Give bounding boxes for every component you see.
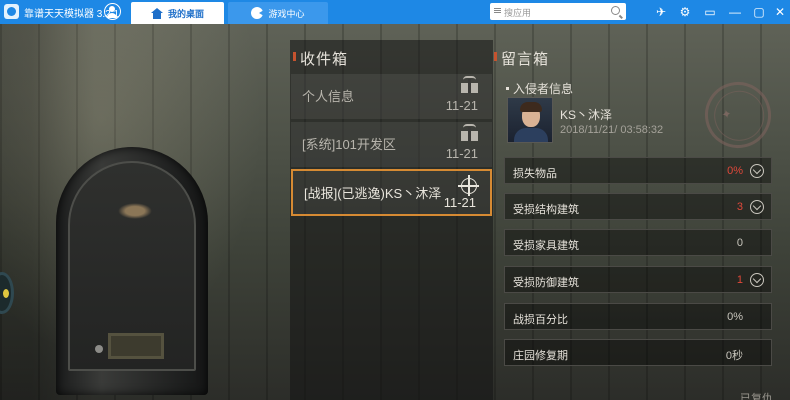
mail-item-title: 个人信息 (302, 89, 355, 104)
crosshair-icon (458, 175, 479, 196)
settings-icon[interactable]: ⚙ (676, 3, 694, 21)
message-box-title: 留言箱 (494, 48, 549, 69)
chevron-down-icon[interactable] (750, 164, 764, 178)
invader-label-text: 入侵者信息 (513, 82, 574, 96)
mail-item-date: 11-21 (445, 146, 478, 161)
home-icon (150, 7, 163, 19)
mailbox-knob (95, 345, 103, 353)
stat-row-lost-items[interactable]: 损失物品 0% (504, 157, 772, 184)
stat-row-battle-loss-percent: 战损百分比 0% (504, 303, 772, 330)
search-icon[interactable] (611, 6, 620, 15)
gift-icon (461, 127, 478, 141)
chevron-down-icon[interactable] (750, 273, 764, 287)
title-accent (494, 52, 497, 61)
stat-label: 受损结构建筑 (513, 204, 579, 216)
tab-label: 游戏中心 (268, 8, 305, 19)
restore-icon[interactable]: ▭ (701, 3, 719, 21)
invader-timestamp: 2018/11/21/ 03:58:32 (560, 124, 664, 136)
avatar-body (514, 128, 548, 142)
mail-item-date: 11-21 (443, 195, 476, 210)
invader-avatar[interactable] (507, 97, 553, 143)
search-input[interactable]: 搜应用 (490, 3, 626, 20)
avatar-hair (520, 102, 542, 112)
stat-row-repair-period: 庄园修复期 0秒 (504, 339, 772, 366)
gift-icon (461, 79, 478, 93)
stat-value: 0% (727, 165, 743, 177)
tab-my-desktop[interactable]: 我的桌面 (131, 2, 224, 24)
stamp-mark: ✦ (720, 106, 734, 123)
stat-row-damaged-furniture: 受损家具建筑 0 (504, 229, 772, 256)
mail-item-title: [战报](已逃逸)KS丶沐泽 (304, 186, 442, 201)
gift-ribbon (463, 76, 476, 80)
invader-name: KS丶沐泽 (560, 108, 613, 122)
stat-row-damaged-defense[interactable]: 受损防御建筑 1 (504, 266, 772, 293)
emulator-window: 靠谱天天模拟器 3.2.1 我的桌面 游戏中心 搜应用 ✈ ⚙ ▭ — ▢ ✕ (0, 0, 790, 400)
tab-label: 我的桌面 (167, 8, 204, 19)
maximize-icon[interactable]: ▢ (750, 3, 768, 21)
mailbox-slot (108, 333, 164, 359)
mailbox-ornament (118, 203, 152, 219)
stat-value: 0秒 (725, 350, 743, 362)
message-title-text: 留言箱 (501, 51, 550, 68)
app-logo-icon (4, 4, 19, 19)
stat-label: 受损防御建筑 (513, 277, 579, 289)
mailbox-image (56, 147, 208, 395)
minimize-icon[interactable]: — (726, 3, 744, 21)
tab-game-center[interactable]: 游戏中心 (228, 2, 328, 24)
chevron-down-icon[interactable] (750, 200, 764, 214)
revenge-status: 已复仇 (740, 393, 773, 400)
mail-item-personal-info[interactable]: 个人信息 11-21 (291, 74, 492, 119)
game-center-icon (251, 7, 265, 19)
stat-value: 3 (736, 201, 743, 213)
stat-value: 0% (727, 311, 743, 323)
title-bar: 靠谱天天模拟器 3.2.1 我的桌面 游戏中心 搜应用 ✈ ⚙ ▭ — ▢ ✕ (0, 0, 790, 24)
stat-label: 战损百分比 (513, 314, 568, 326)
stat-label: 损失物品 (513, 168, 557, 180)
stat-value: 0 (736, 237, 743, 249)
inbox-title-text: 收件箱 (300, 51, 349, 68)
close-icon[interactable]: ✕ (771, 3, 789, 21)
stat-row-damaged-structure[interactable]: 受损结构建筑 3 (504, 193, 772, 220)
stat-label: 庄园修复期 (513, 350, 568, 362)
search-menu-icon (494, 8, 501, 9)
search-placeholder: 搜应用 (504, 8, 532, 18)
mail-item-battle-report[interactable]: [战报](已逃逸)KS丶沐泽 11-21 (291, 169, 492, 216)
stat-label: 受损家具建筑 (513, 240, 579, 252)
invader-info-label: 入侵者信息 (506, 80, 573, 97)
stat-value: 1 (736, 274, 743, 286)
inbox-title: 收件箱 (293, 48, 348, 69)
mail-item-system[interactable]: [系统]101开发区 11-21 (291, 122, 492, 167)
bullet-icon (506, 87, 509, 90)
user-account-icon[interactable] (104, 3, 121, 20)
mail-item-title: [系统]101开发区 (302, 137, 396, 152)
title-accent (293, 52, 296, 61)
gift-ribbon (463, 124, 476, 128)
mail-item-date: 11-21 (445, 98, 478, 113)
pin-icon[interactable]: ✈ (652, 3, 670, 21)
